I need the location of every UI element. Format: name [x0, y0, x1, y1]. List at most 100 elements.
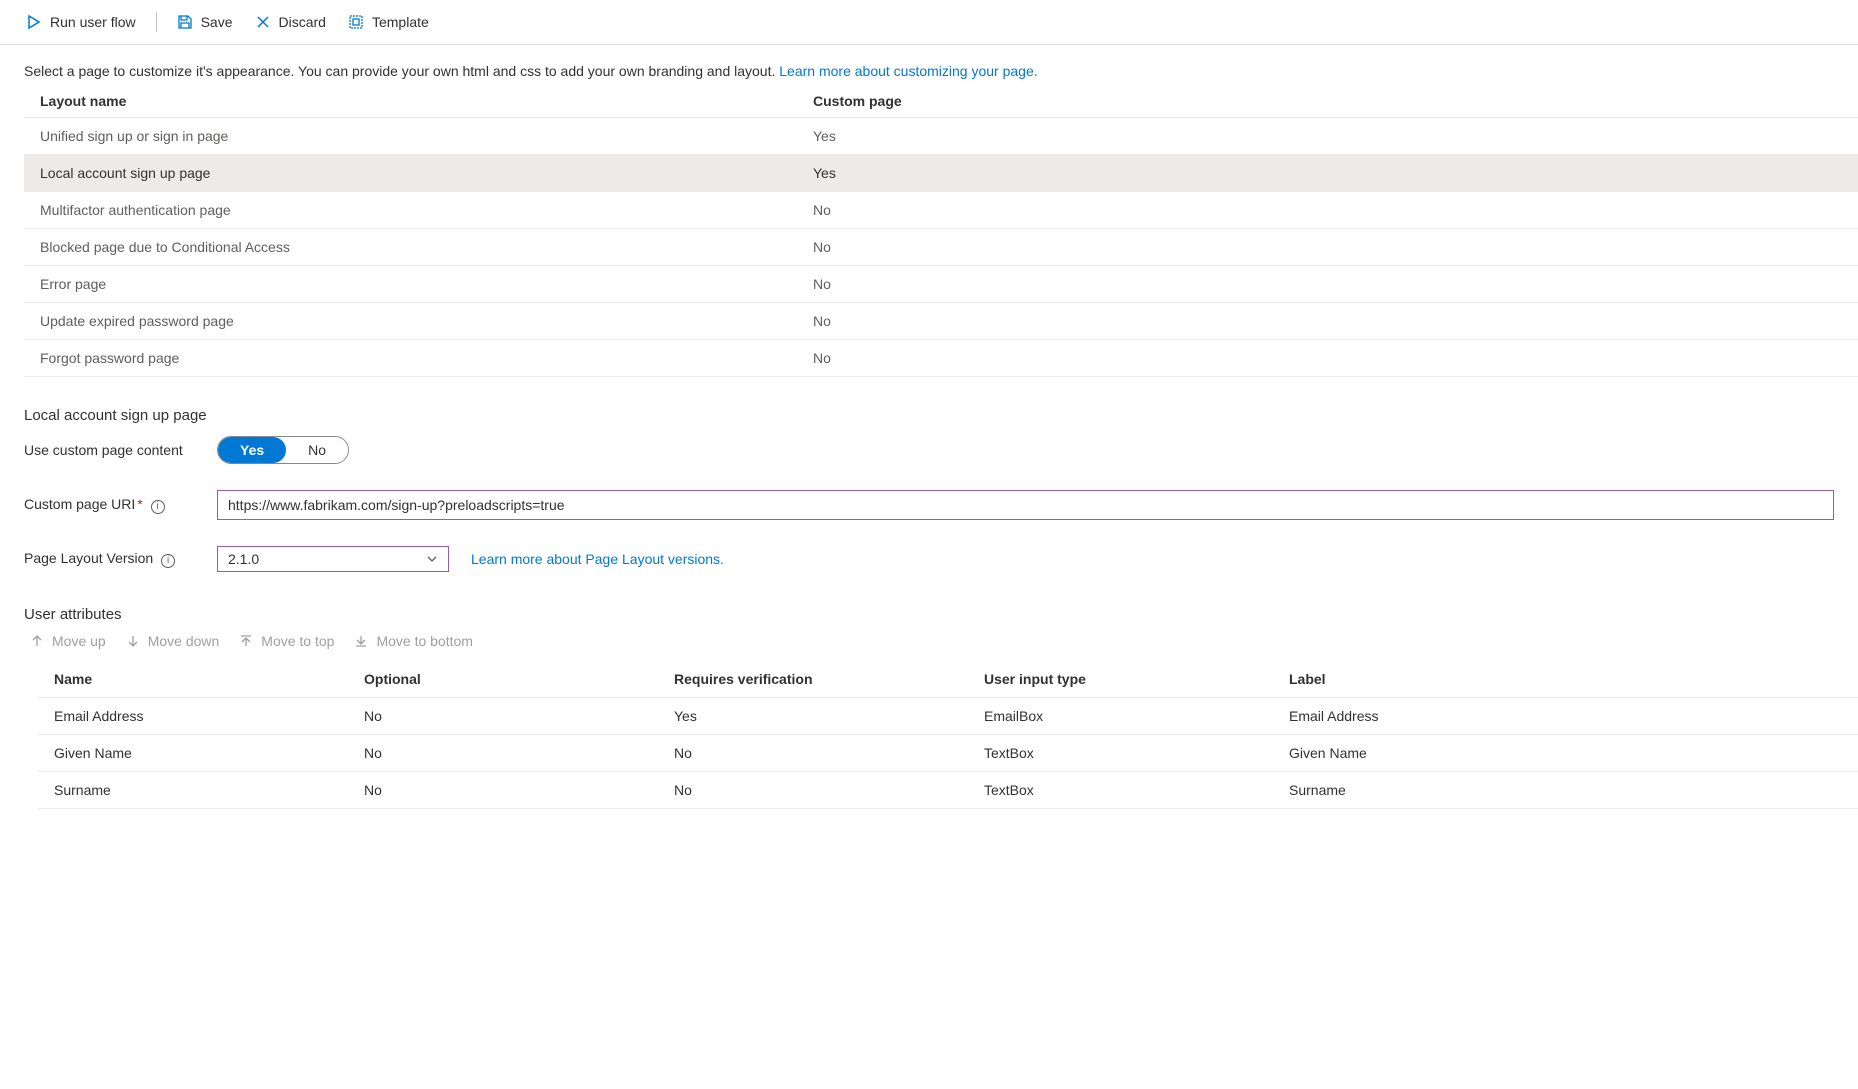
version-row: Page Layout Version i 2.1.0 Learn more a… — [0, 540, 1858, 578]
move-bottom-label: Move to bottom — [376, 633, 473, 649]
template-label: Template — [372, 14, 429, 30]
attr-type-cell: TextBox — [984, 782, 1289, 798]
attr-label-cell: Given Name — [1289, 745, 1842, 761]
toggle-no[interactable]: No — [286, 437, 348, 463]
uri-label: Custom page URI* i — [24, 496, 209, 514]
attr-optional-cell: No — [364, 708, 674, 724]
layout-name-cell: Update expired password page — [40, 313, 813, 329]
layout-row[interactable]: Multifactor authentication page No — [24, 192, 1858, 229]
uri-label-text: Custom page URI — [24, 496, 135, 512]
detail-section-title: Local account sign up page — [0, 377, 1858, 430]
attr-header-name: Name — [54, 671, 364, 687]
play-icon — [26, 14, 42, 30]
move-bottom-button[interactable]: Move to bottom — [354, 633, 473, 649]
layout-name-cell: Blocked page due to Conditional Access — [40, 239, 813, 255]
layout-custom-cell: No — [813, 239, 1842, 255]
user-attributes-title: User attributes — [0, 578, 1858, 623]
column-header-custom: Custom page — [813, 93, 1842, 109]
save-icon — [177, 14, 193, 30]
version-label: Page Layout Version i — [24, 550, 209, 568]
attributes-table: Name Optional Requires verification User… — [38, 661, 1858, 809]
template-button[interactable]: Template — [346, 10, 431, 34]
attr-row[interactable]: Email Address No Yes EmailBox Email Addr… — [38, 698, 1858, 735]
attributes-toolbar: Move up Move down Move to top Move to bo… — [0, 623, 1858, 661]
use-custom-toggle[interactable]: Yes No — [217, 436, 349, 464]
layout-custom-cell: Yes — [813, 128, 1842, 144]
arrow-bottom-icon — [354, 634, 368, 648]
layout-row[interactable]: Blocked page due to Conditional Access N… — [24, 229, 1858, 266]
attr-header-type: User input type — [984, 671, 1289, 687]
command-bar: Run user flow Save Discard Template — [0, 0, 1858, 45]
move-down-label: Move down — [148, 633, 220, 649]
move-down-button[interactable]: Move down — [126, 633, 220, 649]
layout-name-cell: Unified sign up or sign in page — [40, 128, 813, 144]
layout-row[interactable]: Forgot password page No — [24, 340, 1858, 377]
attr-verification-cell: No — [674, 745, 984, 761]
attr-verification-cell: No — [674, 782, 984, 798]
discard-label: Discard — [279, 14, 326, 30]
attr-type-cell: TextBox — [984, 745, 1289, 761]
layout-row[interactable]: Local account sign up page Yes — [24, 155, 1858, 192]
divider — [156, 12, 157, 32]
run-label: Run user flow — [50, 14, 136, 30]
attr-label-cell: Surname — [1289, 782, 1842, 798]
attr-name-cell: Given Name — [54, 745, 364, 761]
attr-optional-cell: No — [364, 782, 674, 798]
layout-row[interactable]: Update expired password page No — [24, 303, 1858, 340]
layout-name-cell: Local account sign up page — [40, 165, 813, 181]
run-user-flow-button[interactable]: Run user flow — [24, 10, 138, 34]
version-label-text: Page Layout Version — [24, 550, 153, 566]
layout-custom-cell: No — [813, 202, 1842, 218]
arrow-top-icon — [239, 634, 253, 648]
version-value: 2.1.0 — [228, 551, 259, 567]
move-top-button[interactable]: Move to top — [239, 633, 334, 649]
arrow-up-icon — [30, 634, 44, 648]
use-custom-label: Use custom page content — [24, 442, 209, 458]
save-label: Save — [201, 14, 233, 30]
layout-custom-cell: No — [813, 313, 1842, 329]
description-text: Select a page to customize it's appearan… — [24, 63, 779, 79]
attr-optional-cell: No — [364, 745, 674, 761]
attr-header-optional: Optional — [364, 671, 674, 687]
attr-type-cell: EmailBox — [984, 708, 1289, 724]
layout-table-header: Layout name Custom page — [24, 85, 1858, 118]
layout-row[interactable]: Unified sign up or sign in page Yes — [24, 118, 1858, 155]
version-learn-more-link[interactable]: Learn more about Page Layout versions. — [471, 551, 724, 567]
toggle-yes[interactable]: Yes — [218, 437, 286, 463]
move-up-button[interactable]: Move up — [30, 633, 106, 649]
attr-row[interactable]: Surname No No TextBox Surname — [38, 772, 1858, 809]
learn-more-link[interactable]: Learn more about customizing your page. — [779, 63, 1037, 79]
layout-custom-cell: Yes — [813, 165, 1842, 181]
attr-header-label: Label — [1289, 671, 1842, 687]
arrow-down-icon — [126, 634, 140, 648]
attr-header-verification: Requires verification — [674, 671, 984, 687]
info-icon[interactable]: i — [151, 500, 165, 514]
page-layout-version-select[interactable]: 2.1.0 — [217, 546, 449, 572]
layout-table: Layout name Custom page Unified sign up … — [24, 85, 1858, 377]
layout-row[interactable]: Error page No — [24, 266, 1858, 303]
layout-custom-cell: No — [813, 276, 1842, 292]
attr-label-cell: Email Address — [1289, 708, 1842, 724]
layout-name-cell: Multifactor authentication page — [40, 202, 813, 218]
attr-name-cell: Email Address — [54, 708, 364, 724]
save-button[interactable]: Save — [175, 10, 235, 34]
layout-custom-cell: No — [813, 350, 1842, 366]
move-top-label: Move to top — [261, 633, 334, 649]
attr-row[interactable]: Given Name No No TextBox Given Name — [38, 735, 1858, 772]
uri-row: Custom page URI* i — [0, 484, 1858, 526]
discard-button[interactable]: Discard — [253, 10, 328, 34]
move-up-label: Move up — [52, 633, 106, 649]
required-indicator: * — [137, 496, 142, 512]
use-custom-row: Use custom page content Yes No — [0, 430, 1858, 470]
attr-verification-cell: Yes — [674, 708, 984, 724]
attr-name-cell: Surname — [54, 782, 364, 798]
template-icon — [348, 14, 364, 30]
close-icon — [255, 14, 271, 30]
attr-table-header: Name Optional Requires verification User… — [38, 661, 1858, 698]
chevron-down-icon — [426, 553, 438, 565]
info-icon[interactable]: i — [161, 554, 175, 568]
custom-page-uri-input[interactable] — [217, 490, 1834, 520]
layout-name-cell: Error page — [40, 276, 813, 292]
page-description: Select a page to customize it's appearan… — [0, 45, 1858, 85]
layout-name-cell: Forgot password page — [40, 350, 813, 366]
